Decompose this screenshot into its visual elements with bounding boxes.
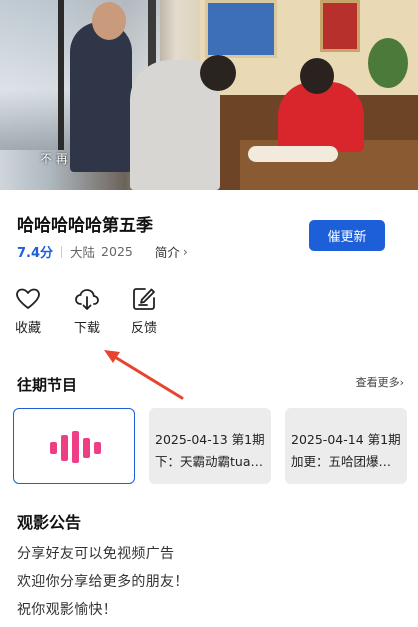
episode-card[interactable]: 2025-04-14 第1期 加更：五哈团爆… (285, 408, 407, 484)
chevron-right-icon: › (182, 244, 188, 259)
video-scene-poster (320, 0, 360, 52)
video-scene-plant (368, 38, 408, 88)
episode-date: 2025-04-14 第1期 (291, 432, 401, 447)
heart-icon (16, 288, 40, 309)
video-scene-plates (248, 146, 338, 162)
episode-card[interactable]: 2025-04-13 第1期 下：天霸动霸tua… (149, 408, 271, 484)
video-player[interactable]: 不 再 (0, 0, 418, 190)
announcement-line: 祝你观影愉快！ (17, 602, 118, 618)
announcement-title: 观影公告 (17, 513, 82, 532)
view-more-link[interactable]: 查看更多› (356, 374, 404, 390)
show-meta: 7.4分 大陆 2025 简介 › (17, 242, 188, 261)
favorite-label: 收藏 (14, 321, 41, 336)
meta-divider (61, 245, 63, 258)
announcement-line: 分享好友可以免视频广告 (17, 546, 175, 562)
announcement-line: 欢迎你分享给更多的朋友！ (17, 574, 189, 590)
chevron-right-icon: › (399, 376, 404, 389)
download-button[interactable]: 下载 (61, 285, 113, 336)
episodes-section-title: 往期节目 (17, 376, 78, 394)
intro-link[interactable]: 简介 (155, 242, 180, 261)
show-year: 2025 (101, 244, 133, 259)
video-subtitle: 不 再 (40, 152, 68, 166)
annotation-arrow (104, 350, 184, 400)
video-scene-person-head (300, 58, 334, 94)
episode-date: 2025-04-13 第1期 (155, 432, 265, 447)
request-update-button[interactable]: 催更新 (309, 220, 385, 251)
show-region: 大陆 (70, 245, 96, 260)
show-title: 哈哈哈哈哈第五季 (17, 216, 153, 236)
download-cloud-icon (75, 289, 99, 310)
video-scene-person (70, 22, 132, 172)
video-scene-person-head (92, 2, 126, 40)
episode-title: 下：天霸动霸tua… (155, 454, 263, 469)
video-scene-poster (205, 0, 277, 58)
feedback-edit-icon (133, 288, 155, 310)
episode-title: 加更：五哈团爆… (291, 454, 392, 469)
feedback-label: 反馈 (130, 321, 157, 336)
favorite-button[interactable]: 收藏 (2, 285, 54, 336)
feedback-button[interactable]: 反馈 (118, 285, 170, 336)
download-label: 下载 (73, 321, 100, 336)
playing-equalizer-icon (50, 431, 101, 463)
show-score: 7.4分 (17, 246, 54, 261)
view-more-label: 查看更多 (355, 376, 400, 389)
episode-card-current[interactable] (13, 408, 135, 484)
video-scene-frame (58, 0, 64, 150)
video-scene-person-head (200, 55, 236, 91)
